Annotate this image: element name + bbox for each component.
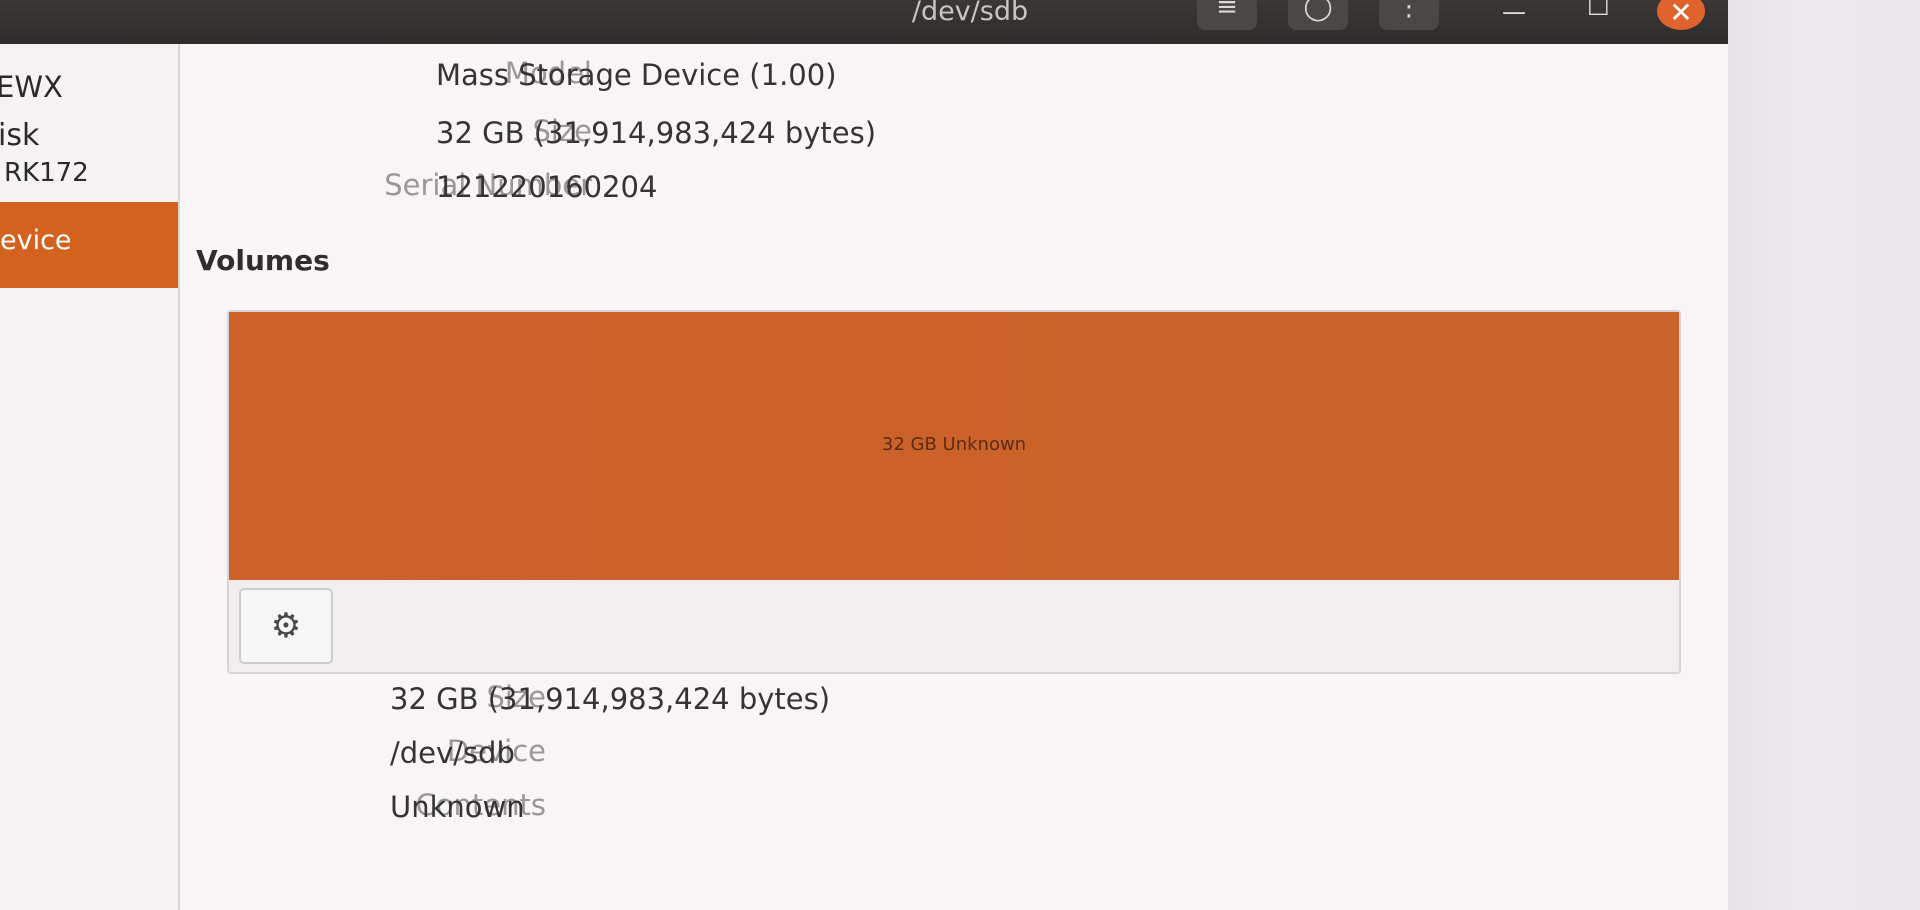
partition-options-button[interactable]: ⚙ (239, 588, 333, 664)
sidebar-item-selected[interactable]: evice (0, 202, 178, 288)
power-off-button[interactable]: ◯ (1288, 0, 1348, 30)
sidebar-item-label[interactable]: EWX (0, 70, 63, 104)
partition-size-value: 32 GB (31,914,983,424 bytes) (390, 682, 831, 716)
minimize-icon: — (1502, 0, 1526, 26)
sidebar-item-label: evice (0, 225, 72, 256)
drive-details: Model Mass Storage Device (1.00) Size 32… (180, 44, 1728, 910)
serial-number-value: 121220160204 (436, 170, 658, 204)
device-value: /dev/sdb (390, 736, 515, 770)
model-value: Mass Storage Device (1.00) (436, 58, 837, 92)
sidebar-item-label[interactable]: isk (0, 118, 39, 153)
vertical-ellipsis-icon: ⋮ (1396, 0, 1422, 22)
menu-button[interactable]: ≡ (1197, 0, 1257, 30)
hamburger-icon: ≡ (1216, 0, 1238, 22)
gears-icon: ⚙ (270, 606, 302, 646)
drive-options-button[interactable]: ⋮ (1379, 0, 1439, 30)
window-title: /dev/sdb (911, 0, 1029, 27)
disks-window: /dev/sdb ≡ ◯ ⋮ — □ ✕ EWX isk RK172 evice… (0, 0, 1728, 910)
contents-value: Unknown (390, 790, 525, 824)
sidebar-item-label[interactable]: RK172 (4, 158, 89, 188)
device-sidebar: EWX isk RK172 evice (0, 44, 180, 910)
background-edge (1728, 0, 1920, 910)
minimize-button[interactable]: — (1502, 0, 1526, 24)
maximize-button[interactable]: □ (1587, 0, 1610, 16)
volume-segment[interactable]: 32 GB Unknown (229, 312, 1679, 580)
size-value: 32 GB (31,914,983,424 bytes) (436, 116, 877, 150)
volume-segment-label: 32 GB Unknown (881, 434, 1027, 455)
header-bar: /dev/sdb ≡ ◯ ⋮ — □ ✕ (0, 0, 1728, 44)
maximize-icon: □ (1587, 0, 1610, 18)
power-icon: ◯ (1303, 0, 1333, 22)
volume-map: 32 GB Unknown ⚙ (227, 310, 1681, 674)
close-icon: ✕ (1669, 0, 1693, 29)
volumes-heading: Volumes (196, 244, 330, 277)
